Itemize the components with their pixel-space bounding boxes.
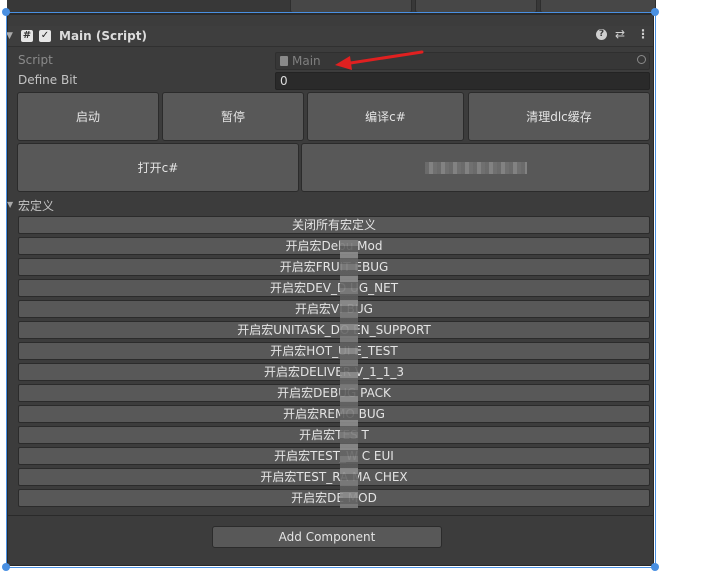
resize-handle[interactable]: [2, 563, 10, 571]
macro-button[interactable]: 开启宏DELIVER V_1_1_3: [18, 363, 650, 381]
open-cs-button[interactable]: 打开c#: [17, 143, 299, 192]
preset-icon[interactable]: ⇄: [615, 27, 625, 41]
redacted-label: [424, 161, 527, 174]
foldout-arrow-icon[interactable]: ▼: [6, 31, 13, 41]
define-bit-field[interactable]: 0: [275, 72, 650, 90]
previous-control: [290, 0, 412, 13]
macro-button[interactable]: 开启宏TEST_RA MA CHEX: [18, 468, 650, 486]
start-button[interactable]: 启动: [17, 92, 159, 141]
macro-button[interactable]: 开启宏TEST_W C EUI: [18, 447, 650, 465]
resize-handle[interactable]: [651, 563, 659, 571]
define-bit-label: Define Bit: [18, 73, 78, 87]
macro-button[interactable]: 开启宏VI BUG: [18, 300, 650, 318]
resize-handle[interactable]: [2, 8, 10, 16]
previous-control: [540, 0, 656, 13]
redacted-button[interactable]: [301, 143, 650, 192]
component-enabled-checkbox[interactable]: ✓: [39, 30, 51, 42]
object-picker-icon[interactable]: [637, 55, 646, 64]
macro-section-label: 宏定义: [18, 199, 55, 213]
macro-button[interactable]: 开启宏TES T: [18, 426, 650, 444]
help-icon[interactable]: ?: [596, 29, 607, 40]
macro-button[interactable]: 开启宏DE MOD: [18, 489, 650, 507]
script-file-icon: [280, 56, 288, 66]
component-title: Main (Script): [59, 29, 147, 43]
redaction-mosaic: [340, 240, 358, 508]
pause-button[interactable]: 暂停: [162, 92, 304, 141]
macro-button[interactable]: 开启宏REMO BUG: [18, 405, 650, 423]
resize-handle[interactable]: [651, 8, 659, 16]
macro-button[interactable]: 关闭所有宏定义: [18, 216, 650, 234]
compile-cs-button[interactable]: 编译c#: [307, 92, 464, 141]
previous-component-strip: [7, 0, 656, 14]
menu-icon[interactable]: ⋮: [637, 27, 649, 41]
macro-foldout-arrow-icon[interactable]: ▼: [7, 200, 13, 209]
annotation-arrow-icon: [335, 50, 424, 70]
script-icon: #: [21, 30, 33, 42]
macro-button[interactable]: 开启宏UNITASK_DO EN_SUPPORT: [18, 321, 650, 339]
macro-button[interactable]: 开启宏DEBUG PACK: [18, 384, 650, 402]
macro-button[interactable]: 开启宏HOT_UI E_TEST: [18, 342, 650, 360]
previous-control: [415, 0, 537, 13]
clear-dlc-cache-button[interactable]: 清理dlc缓存: [468, 92, 650, 141]
macro-button[interactable]: 开启宏Debu Mod: [18, 237, 650, 255]
add-component-button[interactable]: Add Component: [212, 526, 442, 548]
script-value: Main: [292, 54, 321, 68]
macro-button[interactable]: 开启宏FRUIT EBUG: [18, 258, 650, 276]
script-label: Script: [18, 53, 53, 67]
macro-button[interactable]: 开启宏DEV_D UG_NET: [18, 279, 650, 297]
divider: [8, 515, 653, 516]
